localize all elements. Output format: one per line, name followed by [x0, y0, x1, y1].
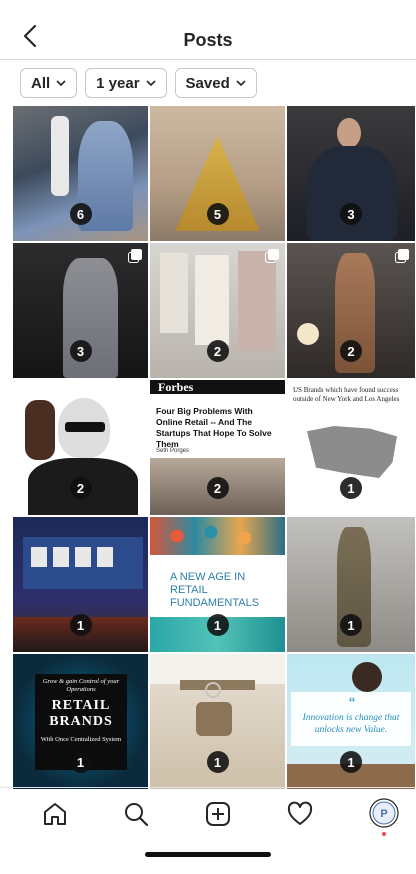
post-tile[interactable]: Grow & gain Control of your Operations R… — [13, 654, 148, 789]
post-tile[interactable]: 1 — [13, 517, 148, 652]
posts-grid: 6 5 3 3 2 2 2 Forbes Four Big Problems W… — [13, 106, 415, 789]
post-count-badge: 3 — [69, 340, 92, 362]
post-tile[interactable]: 6 — [13, 106, 148, 241]
header: Posts — [0, 0, 416, 60]
post-count-badge: 1 — [340, 614, 362, 636]
multiple-posts-icon — [265, 249, 279, 263]
filter-bar: All 1 year Saved — [20, 68, 257, 98]
chevron-down-icon — [236, 80, 246, 86]
post-count-badge: 1 — [340, 751, 362, 773]
post-tile[interactable]: 2 — [287, 243, 415, 378]
post-count-badge: 1 — [69, 614, 92, 636]
home-indicator — [145, 852, 271, 857]
filter-type-dropdown[interactable]: All — [20, 68, 78, 98]
filter-metric-label: Saved — [185, 74, 230, 92]
post-count-badge: 1 — [340, 477, 362, 499]
post-count-badge: 2 — [69, 477, 92, 499]
notification-dot — [382, 832, 386, 836]
promo-caption: A NEW AGE IN RETAIL FUNDAMENTALS — [170, 571, 260, 609]
profile-icon: P — [369, 798, 399, 828]
forbes-masthead: Forbes — [158, 380, 194, 394]
post-count-badge: 2 — [206, 477, 229, 499]
filter-type-label: All — [31, 74, 51, 92]
heart-icon[interactable] — [286, 800, 314, 828]
promo-pretext: Grow & gain Control of your Operations — [42, 678, 120, 693]
article-headline: Four Big Problems With Online Retail -- … — [156, 406, 272, 449]
post-tile[interactable]: Forbes Four Big Problems With Online Ret… — [150, 380, 285, 515]
create-icon[interactable] — [204, 800, 232, 828]
post-tile[interactable]: 1 — [287, 517, 415, 652]
post-count-badge: 2 — [206, 340, 229, 362]
post-tile[interactable]: 3 — [287, 106, 415, 241]
chevron-down-icon — [56, 80, 66, 86]
promo-title: RETAIL BRANDS — [49, 698, 113, 729]
filter-metric-dropdown[interactable]: Saved — [174, 68, 257, 98]
post-count-badge: 1 — [206, 751, 229, 773]
search-icon[interactable] — [122, 800, 150, 828]
post-tile[interactable]: 2 — [150, 243, 285, 378]
map-caption: US Brands which have found success outsi… — [293, 386, 400, 403]
multiple-posts-icon — [128, 249, 142, 263]
post-count-badge: 3 — [340, 203, 362, 225]
post-count-badge: 1 — [206, 614, 229, 636]
page-title: Posts — [183, 30, 233, 50]
filter-period-label: 1 year — [96, 74, 140, 92]
svg-text:P: P — [380, 808, 387, 820]
post-tile[interactable]: “ Innovation is change that unlocks new … — [287, 654, 415, 789]
post-tile[interactable]: A NEW AGE IN RETAIL FUNDAMENTALS 1 — [150, 517, 285, 652]
home-icon[interactable] — [41, 800, 69, 828]
filter-period-dropdown[interactable]: 1 year — [85, 68, 167, 98]
post-tile[interactable]: 1 — [150, 654, 285, 789]
post-tile[interactable]: 5 — [150, 106, 285, 241]
post-count-badge: 6 — [69, 203, 92, 225]
post-count-badge: 5 — [206, 203, 229, 225]
profile-avatar[interactable]: P — [369, 798, 399, 836]
article-byline: Seth Porges — [156, 448, 190, 454]
post-tile[interactable]: 3 — [13, 243, 148, 378]
post-tile[interactable]: US Brands which have found success outsi… — [287, 380, 415, 515]
promo-posttext: With Once Centralized System — [40, 736, 122, 743]
multiple-posts-icon — [395, 249, 409, 263]
quote-caption: Innovation is change that unlocks new Va… — [302, 713, 400, 735]
post-count-badge: 2 — [340, 340, 362, 362]
bottom-tab-bar: P — [0, 787, 416, 838]
post-count-badge: 1 — [69, 751, 92, 773]
chevron-down-icon — [145, 80, 156, 86]
post-tile[interactable]: 2 — [13, 380, 148, 515]
